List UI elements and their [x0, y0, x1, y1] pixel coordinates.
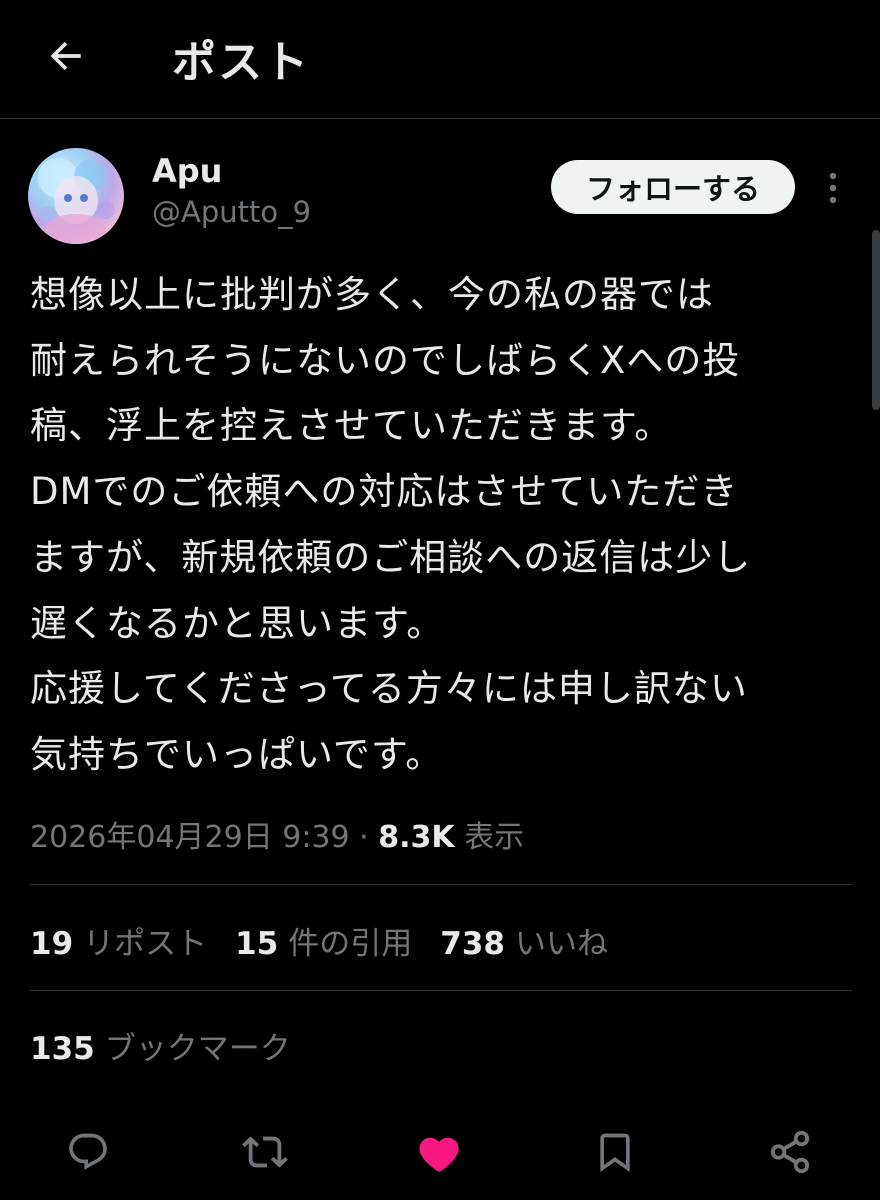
likes-count: 738	[440, 926, 505, 962]
likes-label: いいね	[515, 926, 608, 962]
reposts-stat[interactable]: 19 リポスト	[30, 918, 207, 963]
likes-stat[interactable]: 738 いいね	[440, 918, 608, 963]
repost-icon	[242, 1136, 288, 1168]
views-count: 8.3K	[378, 820, 455, 855]
top-header: ポスト	[0, 0, 880, 119]
post-detail-page: ポスト Apu @Aputto_9 フォローする 想像以上に批判が多く、今の私の…	[0, 0, 880, 1200]
post-timestamp[interactable]: 2026年04月29日 9:39	[30, 820, 350, 855]
more-options-button[interactable]	[818, 166, 848, 210]
reposts-count: 19	[30, 926, 74, 962]
bookmark-button[interactable]	[587, 1124, 643, 1180]
back-button[interactable]	[38, 28, 94, 84]
author-handle[interactable]: @Aputto_9	[152, 195, 311, 229]
bookmarks-label: ブックマーク	[104, 1031, 291, 1067]
reply-icon	[69, 1133, 107, 1170]
bookmarks-stat[interactable]: 135 ブックマーク	[30, 1023, 291, 1068]
scrollbar[interactable]	[872, 230, 880, 410]
avatar[interactable]	[28, 148, 124, 244]
views-label: 表示	[464, 820, 525, 855]
quotes-stat[interactable]: 15 件の引用	[235, 918, 412, 963]
reply-button[interactable]	[60, 1124, 116, 1180]
share-icon	[770, 1130, 810, 1174]
divider	[30, 884, 852, 885]
engagement-stats: 19 リポスト 15 件の引用 738 いいね	[30, 918, 636, 963]
arrow-left-icon	[50, 41, 81, 71]
more-vertical-icon	[829, 172, 837, 204]
like-button[interactable]	[411, 1124, 467, 1180]
post-meta: 2026年04月29日 9:39 · 8.3K 表示	[30, 812, 524, 856]
meta-separator: ·	[349, 820, 379, 855]
share-button[interactable]	[762, 1124, 818, 1180]
author-display-name[interactable]: Apu	[152, 152, 222, 190]
page-title: ポスト	[172, 37, 310, 88]
repost-button[interactable]	[237, 1124, 293, 1180]
quotes-count: 15	[235, 926, 279, 962]
reposts-label: リポスト	[83, 926, 208, 962]
post-body-text: 想像以上に批判が多く、今の私の器では 耐えられそうにないのでしばらくXへの投 稿…	[30, 273, 752, 776]
quotes-label: 件の引用	[288, 926, 413, 962]
follow-button[interactable]: フォローする	[551, 160, 795, 214]
divider	[30, 990, 852, 991]
avatar-image	[38, 158, 115, 242]
heart-filled-icon	[419, 1137, 459, 1172]
bookmark-icon	[600, 1133, 630, 1173]
bookmarks-count: 135	[30, 1031, 95, 1067]
